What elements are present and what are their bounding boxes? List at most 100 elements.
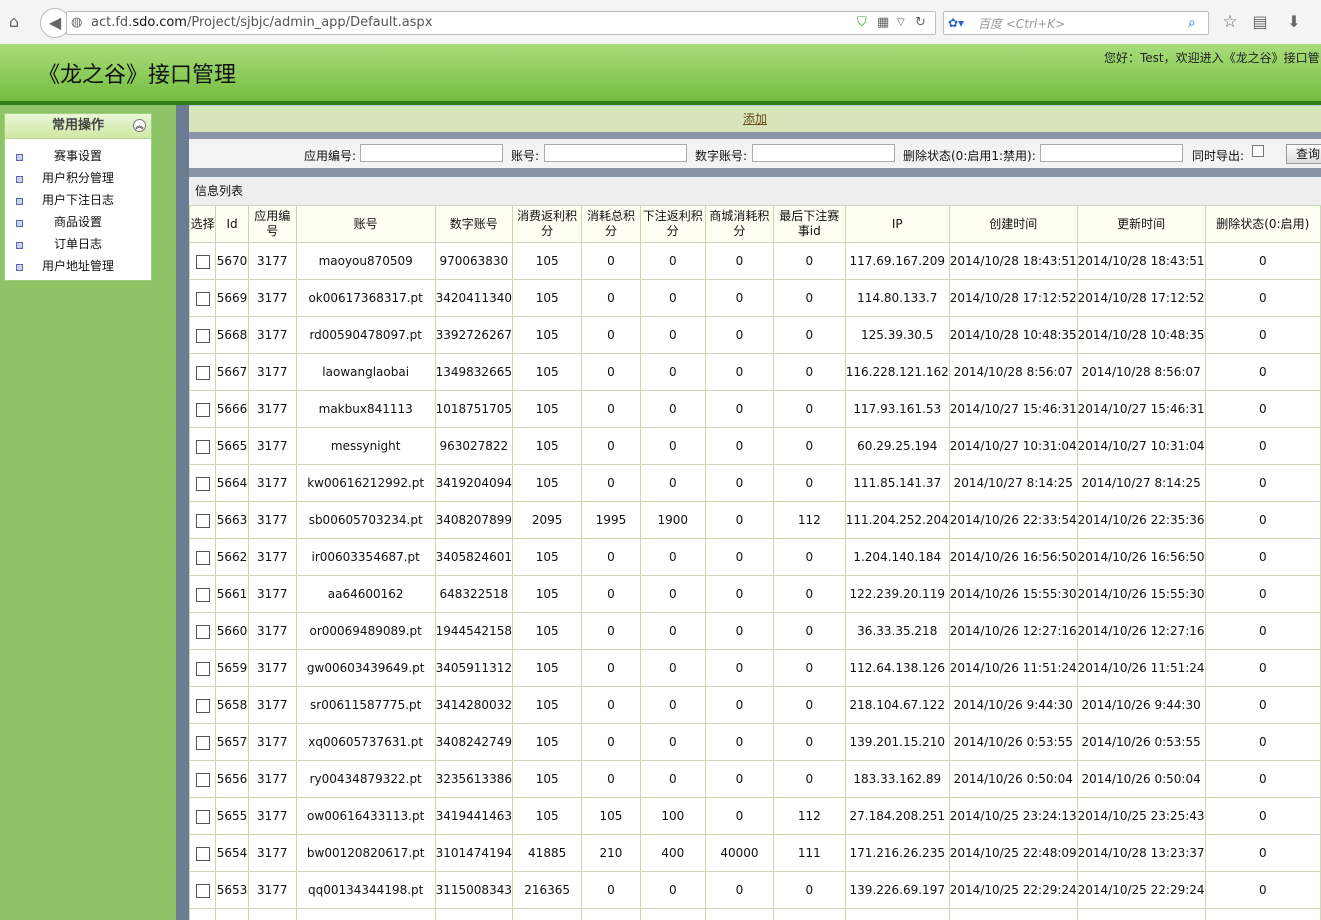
table-cell: 216365 <box>511 871 583 909</box>
table-cell: 105 <box>511 316 583 354</box>
table-cell: kw00616212992.pt <box>295 464 436 502</box>
table-cell: 0 <box>581 427 641 465</box>
row-checkbox[interactable] <box>195 846 210 861</box>
sidebar-item-event-settings[interactable]: 赛事设置 <box>5 145 151 167</box>
select-cell <box>189 760 217 798</box>
table-cell <box>1204 908 1321 920</box>
select-cell <box>189 316 217 354</box>
table-cell: 0 <box>581 538 641 576</box>
table-cell: 3419441463 <box>434 797 513 835</box>
row-checkbox[interactable] <box>195 772 210 787</box>
add-link[interactable]: 添加 <box>743 112 767 126</box>
query-button[interactable]: 查询 <box>1286 144 1321 164</box>
bookmark-star-icon[interactable]: ☆ <box>1220 11 1240 33</box>
search-icon[interactable]: ⌕ <box>1188 12 1196 34</box>
row-checkbox[interactable] <box>195 883 210 898</box>
add-bar: 添加 <box>189 105 1321 132</box>
table-cell: 171.216.26.235 <box>844 834 950 872</box>
row-checkbox[interactable] <box>195 513 210 528</box>
column-header: 创建时间 <box>948 205 1078 243</box>
table-cell: 963027822 <box>434 427 513 465</box>
table-cell <box>295 908 436 920</box>
table-cell: 0 <box>1204 242 1321 280</box>
bullet-icon <box>16 242 23 249</box>
row-checkbox[interactable] <box>195 402 210 417</box>
row-checkbox[interactable] <box>195 735 210 750</box>
table-cell: 0 <box>772 279 846 317</box>
home-icon[interactable]: ⌂ <box>4 11 24 33</box>
table-cell: 2014/10/26 0:50:04 <box>948 760 1078 798</box>
table-cell: 5660 <box>215 612 249 650</box>
row-checkbox[interactable] <box>195 365 210 380</box>
table-cell: 116.228.121.162 <box>844 353 950 391</box>
row-checkbox[interactable] <box>195 254 210 269</box>
row-checkbox[interactable] <box>195 328 210 343</box>
select-cell <box>189 464 217 502</box>
table-cell: 5653 <box>215 871 249 909</box>
column-header: 账号 <box>295 205 436 243</box>
table-cell: 648322518 <box>434 575 513 613</box>
table-cell: 0 <box>705 723 774 761</box>
sidebar-item-user-points[interactable]: 用户积分管理 <box>5 167 151 189</box>
sidebar-item-bet-log[interactable]: 用户下注日志 <box>5 189 151 211</box>
collapse-icon[interactable]: ︽ <box>133 119 146 132</box>
table-cell: 2014/10/25 23:25:43 <box>1076 797 1206 835</box>
select-cell <box>189 871 217 909</box>
table-cell: 2014/10/26 22:35:36 <box>1076 501 1206 539</box>
table-cell: 0 <box>705 464 774 502</box>
qr-code-icon[interactable]: ▦ <box>877 12 889 34</box>
table-cell: 0 <box>772 575 846 613</box>
address-bar[interactable]: ◍ act.fd.sdo.com/Project/sjbjc/admin_app… <box>66 11 936 35</box>
reload-icon[interactable]: ↻ <box>915 12 926 34</box>
table-cell: 0 <box>772 871 846 909</box>
sidebar-item-address[interactable]: 用户地址管理 <box>5 255 151 277</box>
table-cell <box>247 908 297 920</box>
row-checkbox[interactable] <box>195 587 210 602</box>
table-cell: 3419204094 <box>434 464 513 502</box>
table-cell <box>844 908 950 920</box>
select-cell <box>189 575 217 613</box>
table-cell: 5670 <box>215 242 249 280</box>
row-checkbox[interactable] <box>195 624 210 639</box>
download-icon[interactable]: ⬇ <box>1284 11 1304 33</box>
dropdown-icon[interactable]: ▽ <box>897 12 905 34</box>
account-input[interactable] <box>544 144 687 162</box>
sidebar-item-order-log[interactable]: 订单日志 <box>5 233 151 255</box>
app-id-input[interactable] <box>360 144 503 162</box>
table-cell: 0 <box>1204 871 1321 909</box>
table-cell: 0 <box>1204 501 1321 539</box>
row-checkbox[interactable] <box>195 698 210 713</box>
bullet-icon <box>16 264 23 271</box>
row-checkbox[interactable] <box>195 476 210 491</box>
row-checkbox[interactable] <box>195 661 210 676</box>
sidebar-item-goods-settings[interactable]: 商品设置 <box>5 211 151 233</box>
table-cell: 2014/10/28 17:12:52 <box>1076 279 1206 317</box>
search-input[interactable]: ✿▾ 百度 <Ctrl+K> ⌕ <box>943 11 1209 35</box>
welcome-text: 您好：Test，欢迎进入《龙之谷》接口管 <box>1104 51 1320 65</box>
reading-list-icon[interactable]: ▤ <box>1250 11 1270 33</box>
row-checkbox[interactable] <box>195 809 210 824</box>
separator <box>189 132 1321 139</box>
app-header: 《龙之谷》接口管理 您好：Test，欢迎进入《龙之谷》接口管 <box>0 44 1321 105</box>
table-cell: 0 <box>639 427 707 465</box>
table-cell: 0 <box>772 427 846 465</box>
table-cell: 0 <box>639 353 707 391</box>
table-cell: 3177 <box>247 649 297 687</box>
row-checkbox[interactable] <box>195 291 210 306</box>
table-cell: 2014/10/26 9:44:30 <box>1076 686 1206 724</box>
table-cell: 0 <box>581 760 641 798</box>
frame-splitter[interactable] <box>176 105 189 920</box>
table-cell: 3177 <box>247 427 297 465</box>
row-checkbox[interactable] <box>195 439 210 454</box>
delete-status-input[interactable] <box>1040 144 1183 162</box>
sidebar-header[interactable]: 常用操作 ︽ <box>5 114 151 139</box>
app-id-label: 应用编号: <box>304 149 357 163</box>
column-header: IP <box>844 205 950 243</box>
export-checkbox[interactable] <box>1252 145 1264 157</box>
row-checkbox[interactable] <box>195 550 210 565</box>
table-cell: 2014/10/26 0:53:55 <box>1076 723 1206 761</box>
globe-icon: ◍ <box>71 15 83 30</box>
table-cell: 2014/10/26 0:50:04 <box>1076 760 1206 798</box>
table-cell: 5667 <box>215 353 249 391</box>
numeric-account-input[interactable] <box>752 144 895 162</box>
